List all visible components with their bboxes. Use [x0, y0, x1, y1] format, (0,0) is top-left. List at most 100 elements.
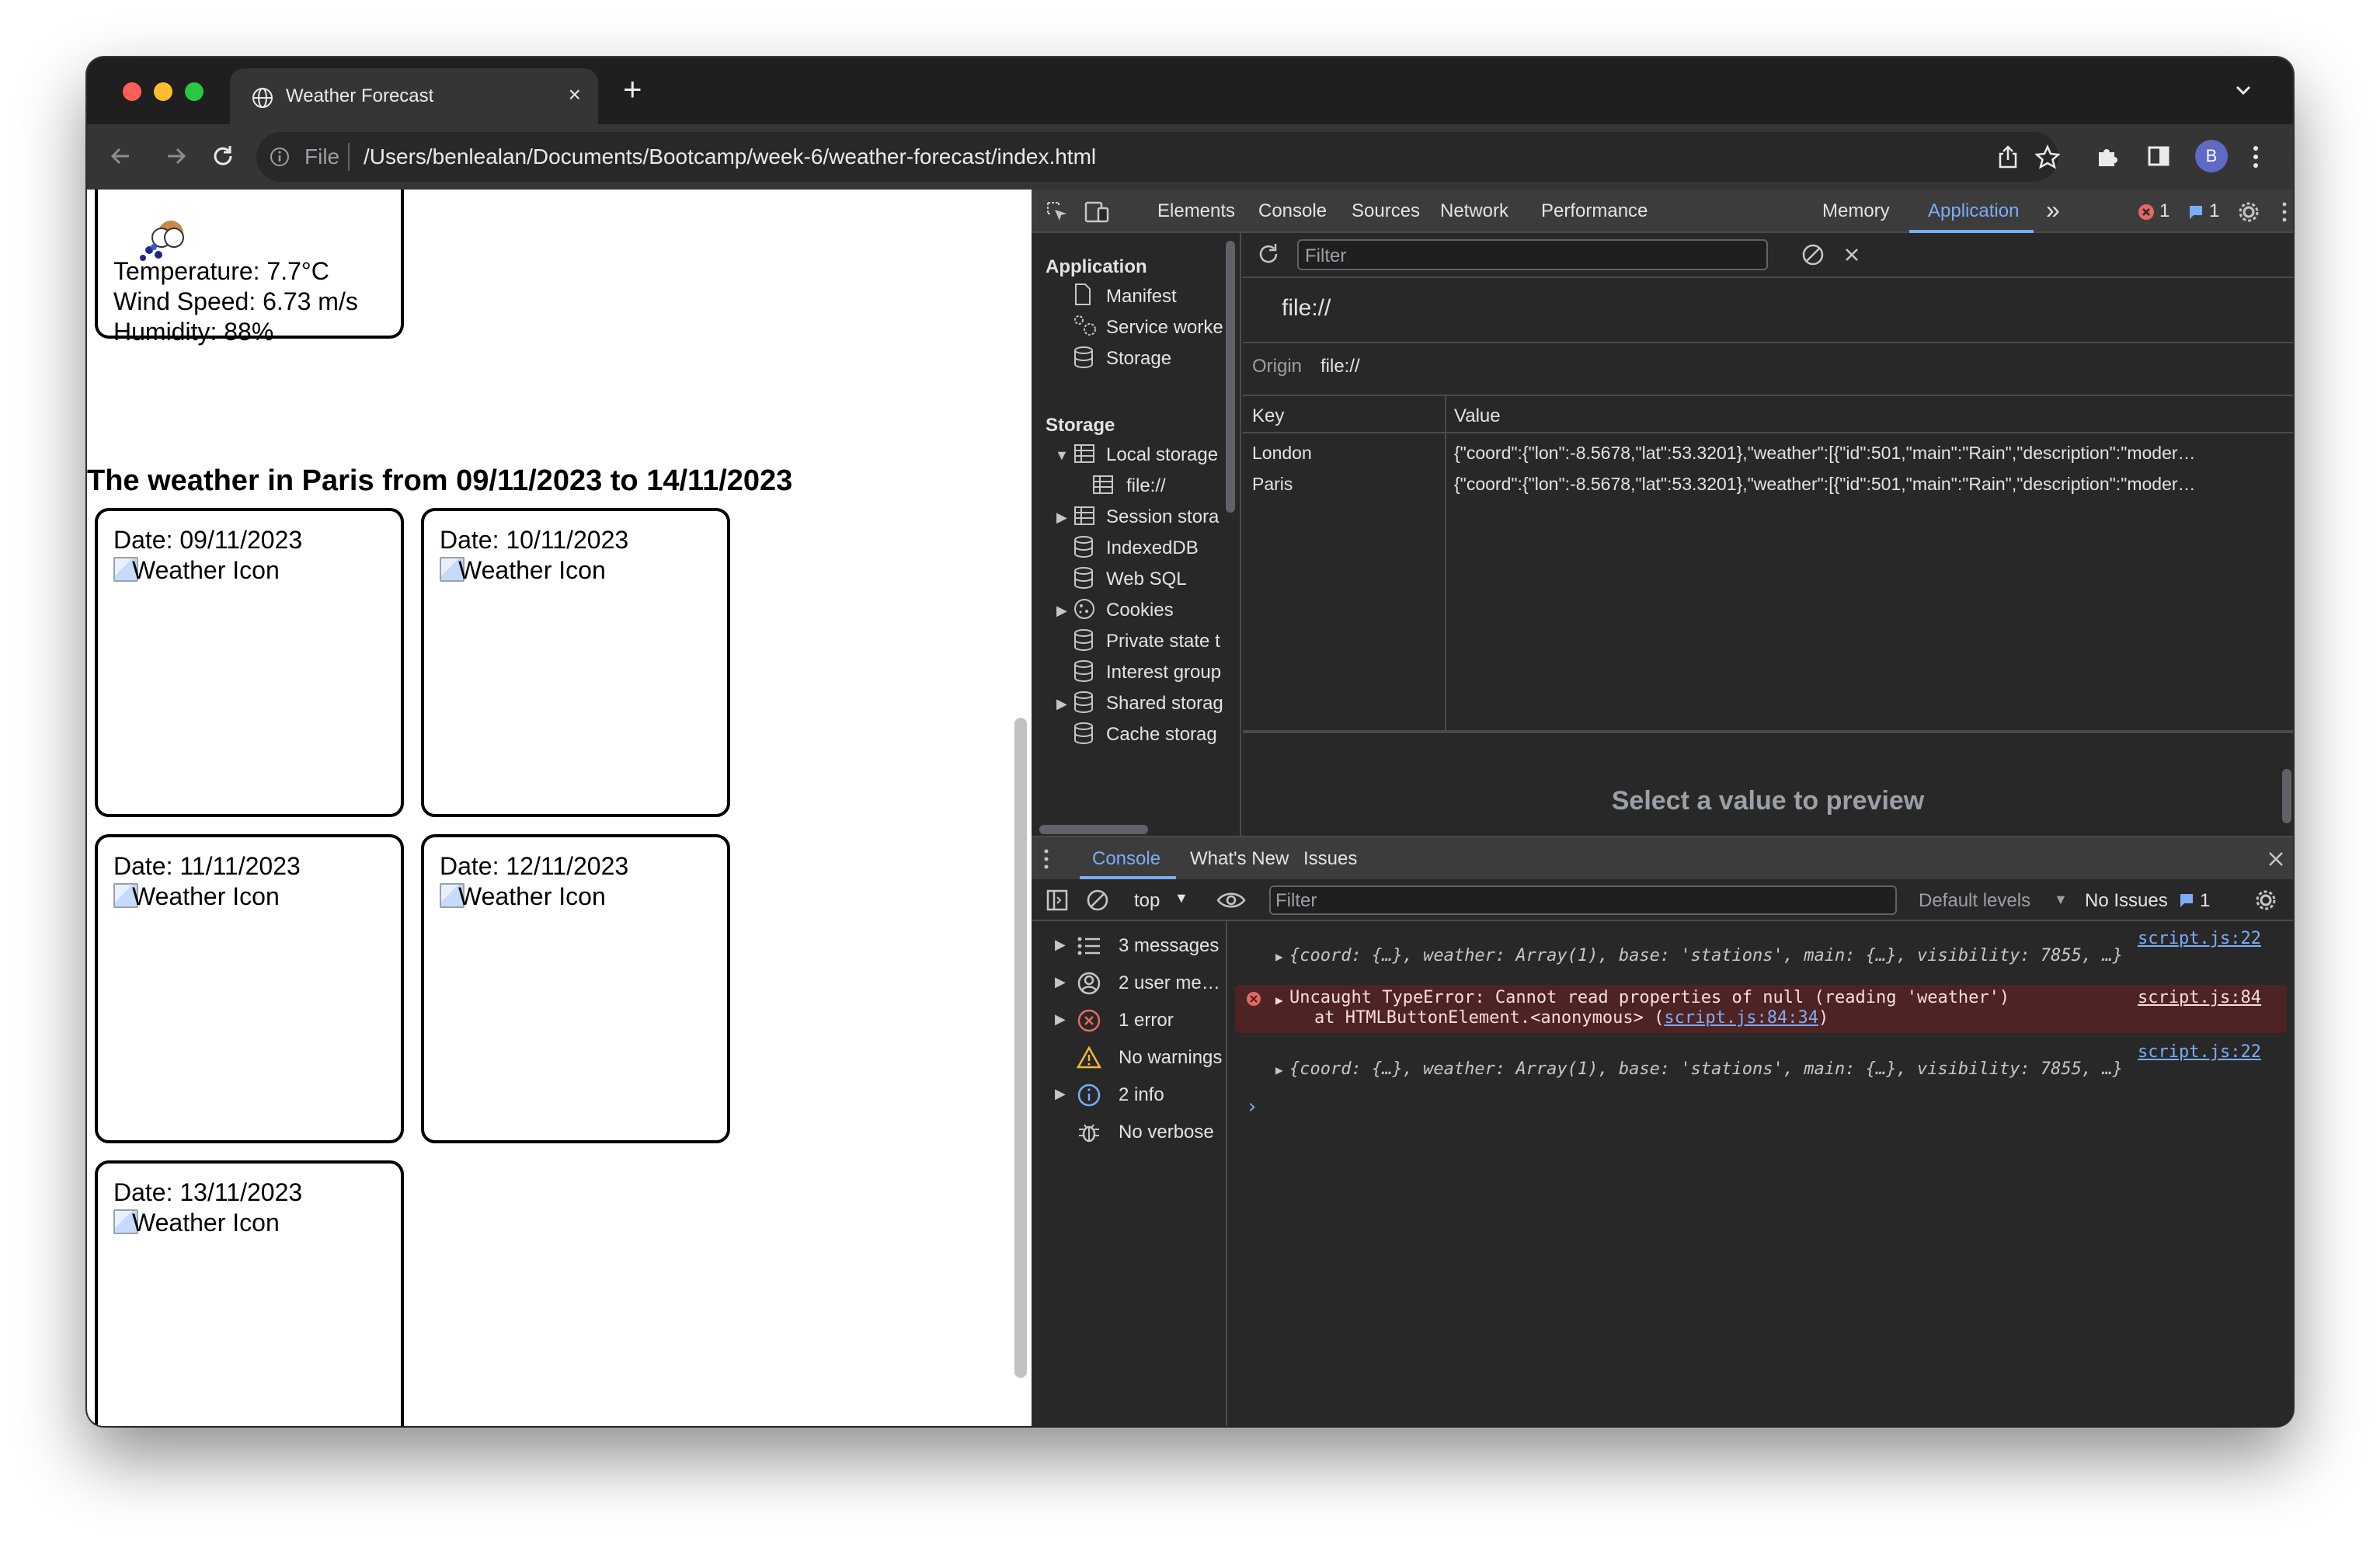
sidebar-item-manifest[interactable]: Manifest — [1106, 286, 1177, 308]
issues-flag-icon[interactable] — [2187, 203, 2204, 221]
more-tabs-icon[interactable]: » — [2046, 196, 2060, 224]
collapsed-caret-icon[interactable]: ▶ — [1056, 510, 1067, 526]
collapsed-caret-icon[interactable]: ▶ — [1055, 974, 1066, 990]
info-icon[interactable] — [269, 146, 291, 168]
sidebar-item-service-workers[interactable]: Service worke — [1106, 317, 1223, 339]
drawer-tab-issues[interactable]: Issues — [1303, 848, 1357, 870]
error-text[interactable]: Uncaught TypeError: Cannot read properti… — [1289, 988, 2009, 1007]
sidebar-item-storage[interactable]: Storage — [1106, 348, 1171, 370]
refresh-icon[interactable] — [1255, 241, 1282, 267]
sidebar-item-indexeddb[interactable]: IndexedDB — [1106, 537, 1199, 559]
sidebar-scrollbar[interactable] — [1226, 241, 1235, 513]
storage-key-cell[interactable]: London — [1252, 443, 1439, 464]
filter-verbose[interactable]: No verbose — [1119, 1122, 1214, 1143]
chevron-down-icon[interactable] — [2234, 81, 2253, 99]
new-tab-button[interactable]: + — [623, 73, 642, 106]
drawer-tab-whats-new[interactable]: What's New — [1190, 848, 1289, 870]
preview-scrollbar[interactable] — [2282, 769, 2291, 823]
column-header-value[interactable]: Value — [1454, 405, 1501, 427]
context-dropdown-icon[interactable]: ▼ — [1174, 890, 1188, 906]
no-issues-label[interactable]: No Issues — [2085, 890, 2168, 912]
issues-count[interactable]: 1 — [2200, 890, 2210, 912]
tab-network[interactable]: Network — [1440, 200, 1508, 222]
tab-weather-forecast[interactable]: Weather Forecast × — [230, 68, 598, 124]
expand-caret-icon[interactable]: ▶ — [1275, 949, 1283, 964]
filter-user-messages[interactable]: 2 user me… — [1119, 972, 1220, 994]
tab-application[interactable]: Application — [1928, 200, 2019, 222]
message-source-link[interactable]: script.js:22 — [2138, 929, 2261, 948]
issue-count[interactable]: 1 — [2209, 200, 2219, 222]
issues-flag-icon[interactable] — [2178, 892, 2195, 909]
page-scrollbar[interactable] — [1014, 718, 1027, 1378]
close-drawer-icon[interactable] — [2267, 850, 2285, 868]
console-filter-input[interactable]: Filter — [1269, 885, 1897, 915]
profile-avatar[interactable]: B — [2195, 140, 2228, 172]
sidebar-item-local-storage-file[interactable]: file:// — [1126, 475, 1166, 497]
expanded-caret-icon[interactable]: ▼ — [1055, 447, 1069, 464]
close-tab-icon[interactable]: × — [569, 82, 581, 107]
drawer-tab-console[interactable]: Console — [1092, 848, 1160, 870]
collapsed-caret-icon[interactable]: ▶ — [1056, 696, 1067, 712]
device-toolbar-icon[interactable] — [1084, 200, 1109, 224]
expand-caret-icon[interactable]: ▶ — [1275, 993, 1283, 1007]
show-sidebar-icon[interactable] — [1046, 889, 1069, 912]
bookmark-star-icon[interactable] — [2035, 144, 2060, 169]
minimize-window-button[interactable] — [154, 82, 172, 101]
log-object-preview[interactable]: {coord: {…}, weather: Array(1), base: 's… — [1289, 1059, 2123, 1079]
share-icon[interactable] — [1996, 144, 2020, 169]
levels-chevron-icon[interactable]: ▼ — [2054, 892, 2068, 908]
sidebar-item-session-storage[interactable]: Session stora — [1106, 506, 1219, 528]
collapsed-caret-icon[interactable]: ▶ — [1055, 1086, 1066, 1102]
tab-console[interactable]: Console — [1258, 200, 1327, 222]
back-arrow-icon[interactable] — [107, 143, 134, 169]
log-object-preview[interactable]: {coord: {…}, weather: Array(1), base: 's… — [1289, 946, 2123, 965]
console-prompt[interactable]: › — [1246, 1095, 1258, 1118]
filter-info[interactable]: 2 info — [1119, 1084, 1164, 1106]
storage-key-cell[interactable]: Paris — [1252, 474, 1439, 495]
sidebar-item-private-state-tokens[interactable]: Private state t — [1106, 631, 1220, 652]
error-count[interactable]: 1 — [2159, 200, 2169, 222]
expand-caret-icon[interactable]: ▶ — [1275, 1063, 1283, 1077]
collapsed-caret-icon[interactable]: ▶ — [1055, 937, 1066, 953]
tab-memory[interactable]: Memory — [1822, 200, 1890, 222]
delete-selected-icon[interactable] — [1842, 245, 1861, 264]
sidebar-item-shared-storage[interactable]: Shared storag — [1106, 693, 1223, 715]
storage-filter-input[interactable]: Filter — [1297, 239, 1768, 270]
message-source-link[interactable]: script.js:22 — [2138, 1042, 2261, 1062]
filter-warnings[interactable]: No warnings — [1119, 1047, 1222, 1069]
tab-sources[interactable]: Sources — [1352, 200, 1420, 222]
stack-source-link[interactable]: script.js:84:34 — [1664, 1008, 1818, 1028]
filter-all-messages[interactable]: 3 messages — [1119, 935, 1219, 957]
filter-errors[interactable]: 1 error — [1119, 1010, 1174, 1031]
side-panel-icon[interactable] — [2147, 144, 2170, 168]
live-expression-eye-icon[interactable] — [1216, 890, 1246, 910]
more-vert-icon[interactable] — [2251, 144, 2260, 169]
clear-console-icon[interactable] — [1086, 889, 1109, 912]
clear-all-icon[interactable] — [1801, 242, 1825, 267]
extensions-puzzle-icon[interactable] — [2094, 144, 2119, 169]
tab-elements[interactable]: Elements — [1157, 200, 1235, 222]
settings-gear-icon[interactable] — [2237, 200, 2260, 224]
console-settings-gear-icon[interactable] — [2254, 889, 2277, 912]
sidebar-item-local-storage[interactable]: Local storage — [1106, 444, 1218, 466]
sidebar-horizontal-scrollbar[interactable] — [1039, 825, 1148, 834]
sidebar-item-cookies[interactable]: Cookies — [1106, 600, 1174, 621]
tab-performance[interactable]: Performance — [1541, 200, 1648, 222]
url-text[interactable]: /Users/benlealan/Documents/Bootcamp/week… — [364, 144, 1096, 169]
collapsed-caret-icon[interactable]: ▶ — [1055, 1011, 1066, 1028]
drawer-menu-icon[interactable] — [1042, 848, 1050, 870]
sidebar-item-web-sql[interactable]: Web SQL — [1106, 569, 1187, 590]
reload-icon[interactable] — [210, 143, 236, 169]
storage-value-cell[interactable]: {"coord":{"lon":-8.5678,"lat":53.3201},"… — [1454, 474, 2281, 495]
close-window-button[interactable] — [123, 82, 141, 101]
column-header-key[interactable]: Key — [1252, 405, 1284, 427]
collapsed-caret-icon[interactable]: ▶ — [1056, 603, 1067, 619]
inspect-element-icon[interactable] — [1046, 200, 1069, 224]
context-selector[interactable]: top — [1134, 890, 1160, 912]
zoom-window-button[interactable] — [185, 82, 204, 101]
devtools-menu-icon[interactable] — [2281, 200, 2288, 224]
error-icon[interactable] — [2138, 203, 2155, 221]
log-levels-dropdown[interactable]: Default levels — [1919, 890, 2030, 912]
forward-arrow-icon[interactable] — [163, 143, 190, 169]
storage-value-cell[interactable]: {"coord":{"lon":-8.5678,"lat":53.3201},"… — [1454, 443, 2281, 464]
